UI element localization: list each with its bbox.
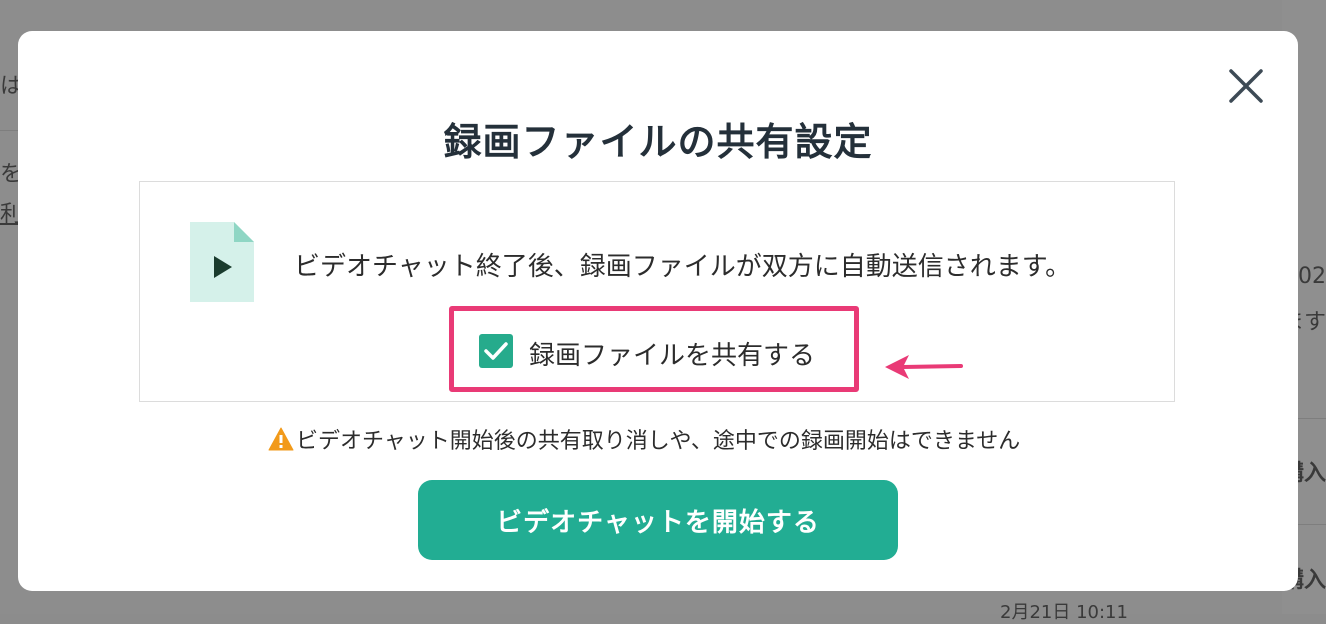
- background-text-fragment: 02: [1298, 264, 1326, 289]
- video-file-icon: [190, 222, 254, 302]
- share-settings-modal: 録画ファイルの共有設定 ビデオチャット終了後、録画ファイルが双方に自動送信されま…: [18, 31, 1298, 591]
- start-video-chat-button[interactable]: ビデオチャットを開始する: [418, 480, 898, 560]
- background-timestamp: 2月21日 10:11: [1000, 602, 1128, 623]
- warning-icon: [268, 427, 294, 451]
- warning-notice: ビデオチャット開始後の共有取り消しや、途中での録画開始はできません: [268, 423, 1020, 455]
- auto-send-info-text: ビデオチャット終了後、録画ファイルが双方に自動送信されます。: [294, 252, 1072, 282]
- checkmark-icon: [484, 342, 508, 360]
- modal-title: 録画ファイルの共有設定: [443, 120, 873, 164]
- background-divider: [1298, 524, 1326, 525]
- close-button[interactable]: [1226, 66, 1266, 106]
- share-recording-label[interactable]: 録画ファイルを共有する: [529, 335, 815, 372]
- close-icon: [1229, 69, 1263, 103]
- annotation-arrow-icon: [885, 355, 963, 379]
- share-recording-checkbox[interactable]: [479, 334, 513, 368]
- background-divider: [0, 130, 18, 131]
- background-divider: [1298, 418, 1326, 419]
- warning-text: ビデオチャット開始後の共有取り消しや、途中での録画開始はできません: [296, 429, 1021, 454]
- share-info-box: ビデオチャット終了後、録画ファイルが双方に自動送信されます。 録画ファイルを共有…: [139, 181, 1175, 402]
